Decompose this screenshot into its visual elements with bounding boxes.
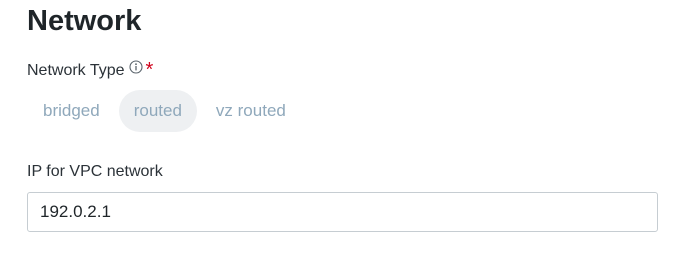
network-type-label-row: Network Type * bbox=[27, 60, 153, 82]
section-title: Network bbox=[27, 5, 142, 37]
ip-vpc-label: IP for VPC network bbox=[27, 163, 163, 180]
info-icon[interactable] bbox=[128, 60, 143, 74]
required-marker: * bbox=[145, 59, 154, 81]
ip-vpc-input[interactable] bbox=[27, 192, 658, 232]
network-type-option-vz-routed[interactable]: vz routed bbox=[201, 90, 301, 132]
network-type-option-bridged[interactable]: bridged bbox=[28, 90, 115, 132]
network-type-option-routed[interactable]: routed bbox=[118, 90, 197, 132]
network-type-selector: bridged routed vz routed bbox=[28, 90, 301, 132]
network-section: Network Network Type * bridged routed vz… bbox=[0, 0, 690, 259]
network-type-label: Network Type bbox=[27, 62, 125, 79]
